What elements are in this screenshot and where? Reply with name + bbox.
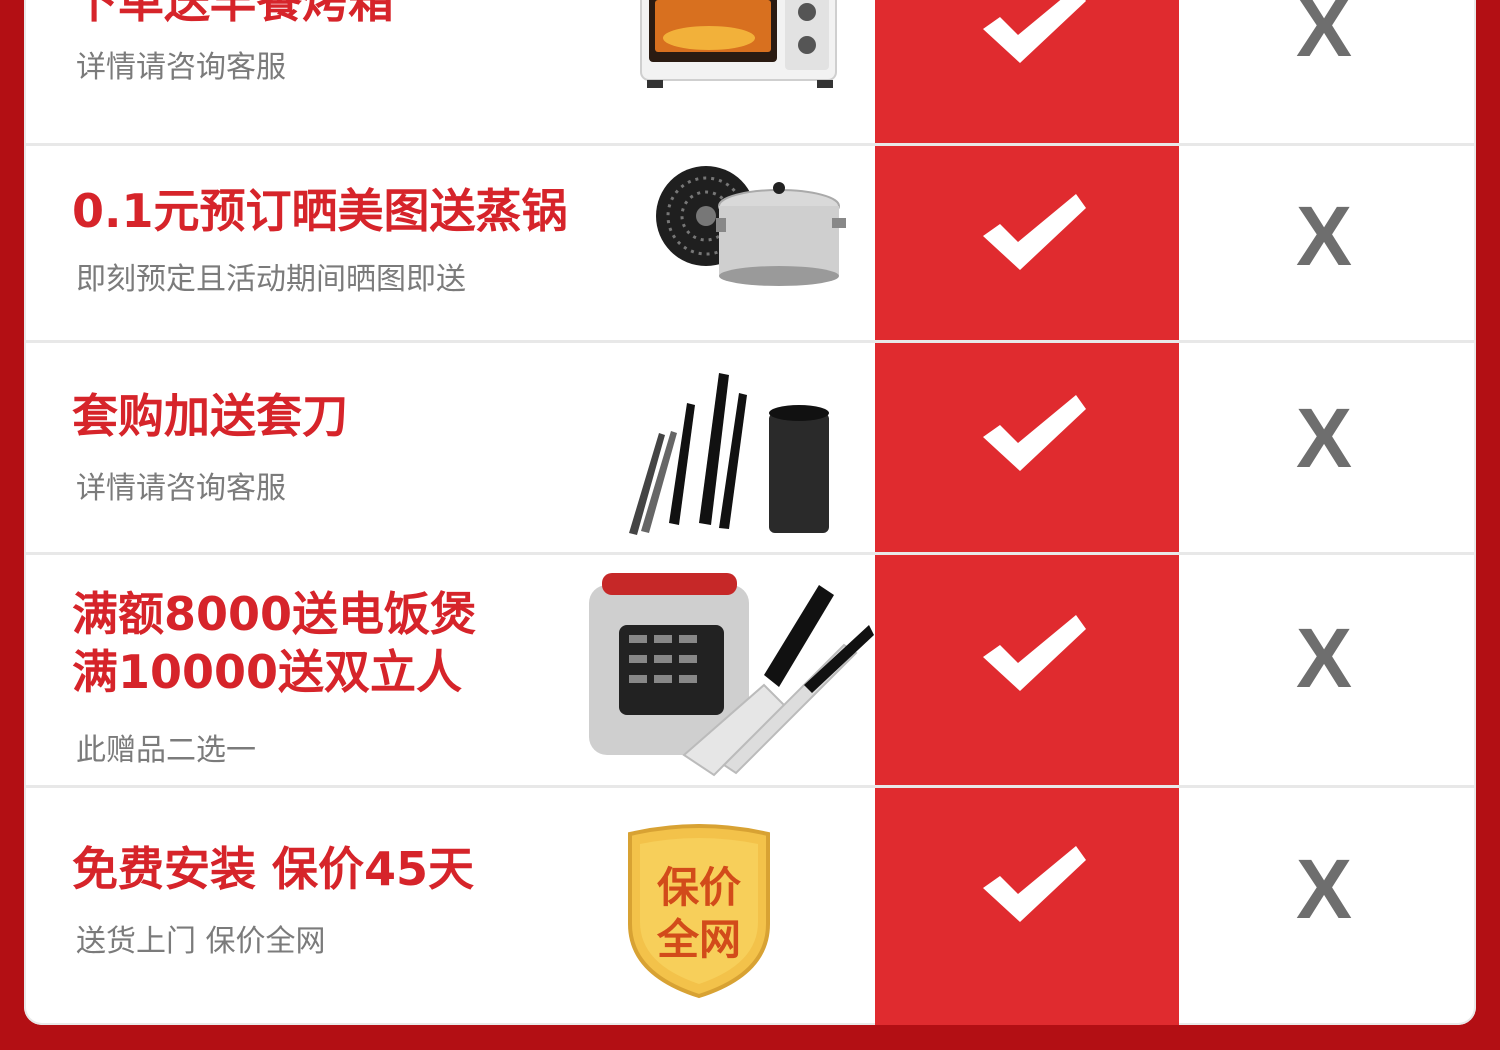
oven-image xyxy=(640,0,837,88)
cross-mark: X xyxy=(1295,0,1353,74)
table-row: 套购加送套刀 详情请咨询客服 X xyxy=(24,343,1476,555)
rice-cooker-knife-image xyxy=(589,573,874,777)
benefit-subtitle: 送货上门 保价全网 xyxy=(76,924,326,959)
table-row: 免费安装 保价45天 送货上门 保价全网 保价 全网 X xyxy=(24,788,1476,1025)
benefit-title-line2: 满10000送双立人 xyxy=(72,645,463,699)
benefit-title-line1: 满额8000送电饭煲 xyxy=(72,587,477,641)
benefit-subtitle: 此赠品二选一 xyxy=(76,733,256,768)
check-icon xyxy=(983,615,1086,691)
benefit-subtitle: 详情请咨询客服 xyxy=(76,471,286,506)
promo-frame: 下单送早餐烤箱 详情请咨询客服 X 0.1元预订晒美图送蒸锅 即刻预定且活动期间… xyxy=(0,0,1500,1050)
cross-mark: X xyxy=(1295,842,1353,936)
benefit-subtitle: 即刻预定且活动期间晒图即送 xyxy=(76,262,466,297)
comparison-card: 下单送早餐烤箱 详情请咨询客服 X 0.1元预订晒美图送蒸锅 即刻预定且活动期间… xyxy=(24,0,1476,1025)
cross-mark: X xyxy=(1295,391,1353,485)
price-guarantee-badge: 保价 全网 xyxy=(624,824,774,999)
table-row: 满额8000送电饭煲 满10000送双立人 此赠品二选一 X xyxy=(24,555,1476,788)
steamer-pot-image xyxy=(656,166,846,286)
cross-mark: X xyxy=(1295,611,1353,705)
badge-line2: 全网 xyxy=(656,915,741,964)
check-icon xyxy=(983,395,1086,471)
benefit-title: 套购加送套刀 xyxy=(72,389,348,443)
cross-mark: X xyxy=(1295,189,1353,283)
benefit-title: 0.1元预订晒美图送蒸锅 xyxy=(72,184,568,238)
benefit-subtitle: 详情请咨询客服 xyxy=(76,50,286,85)
table-row: 0.1元预订晒美图送蒸锅 即刻预定且活动期间晒图即送 X xyxy=(24,146,1476,343)
check-icon xyxy=(983,0,1086,63)
check-icon xyxy=(983,194,1086,270)
benefit-title: 下单送早餐烤箱 xyxy=(72,0,394,28)
check-icon xyxy=(983,846,1086,922)
table-row: 下单送早餐烤箱 详情请咨询客服 X xyxy=(24,0,1476,146)
knife-set-image xyxy=(629,373,829,535)
benefit-title: 免费安装 保价45天 xyxy=(72,842,475,896)
